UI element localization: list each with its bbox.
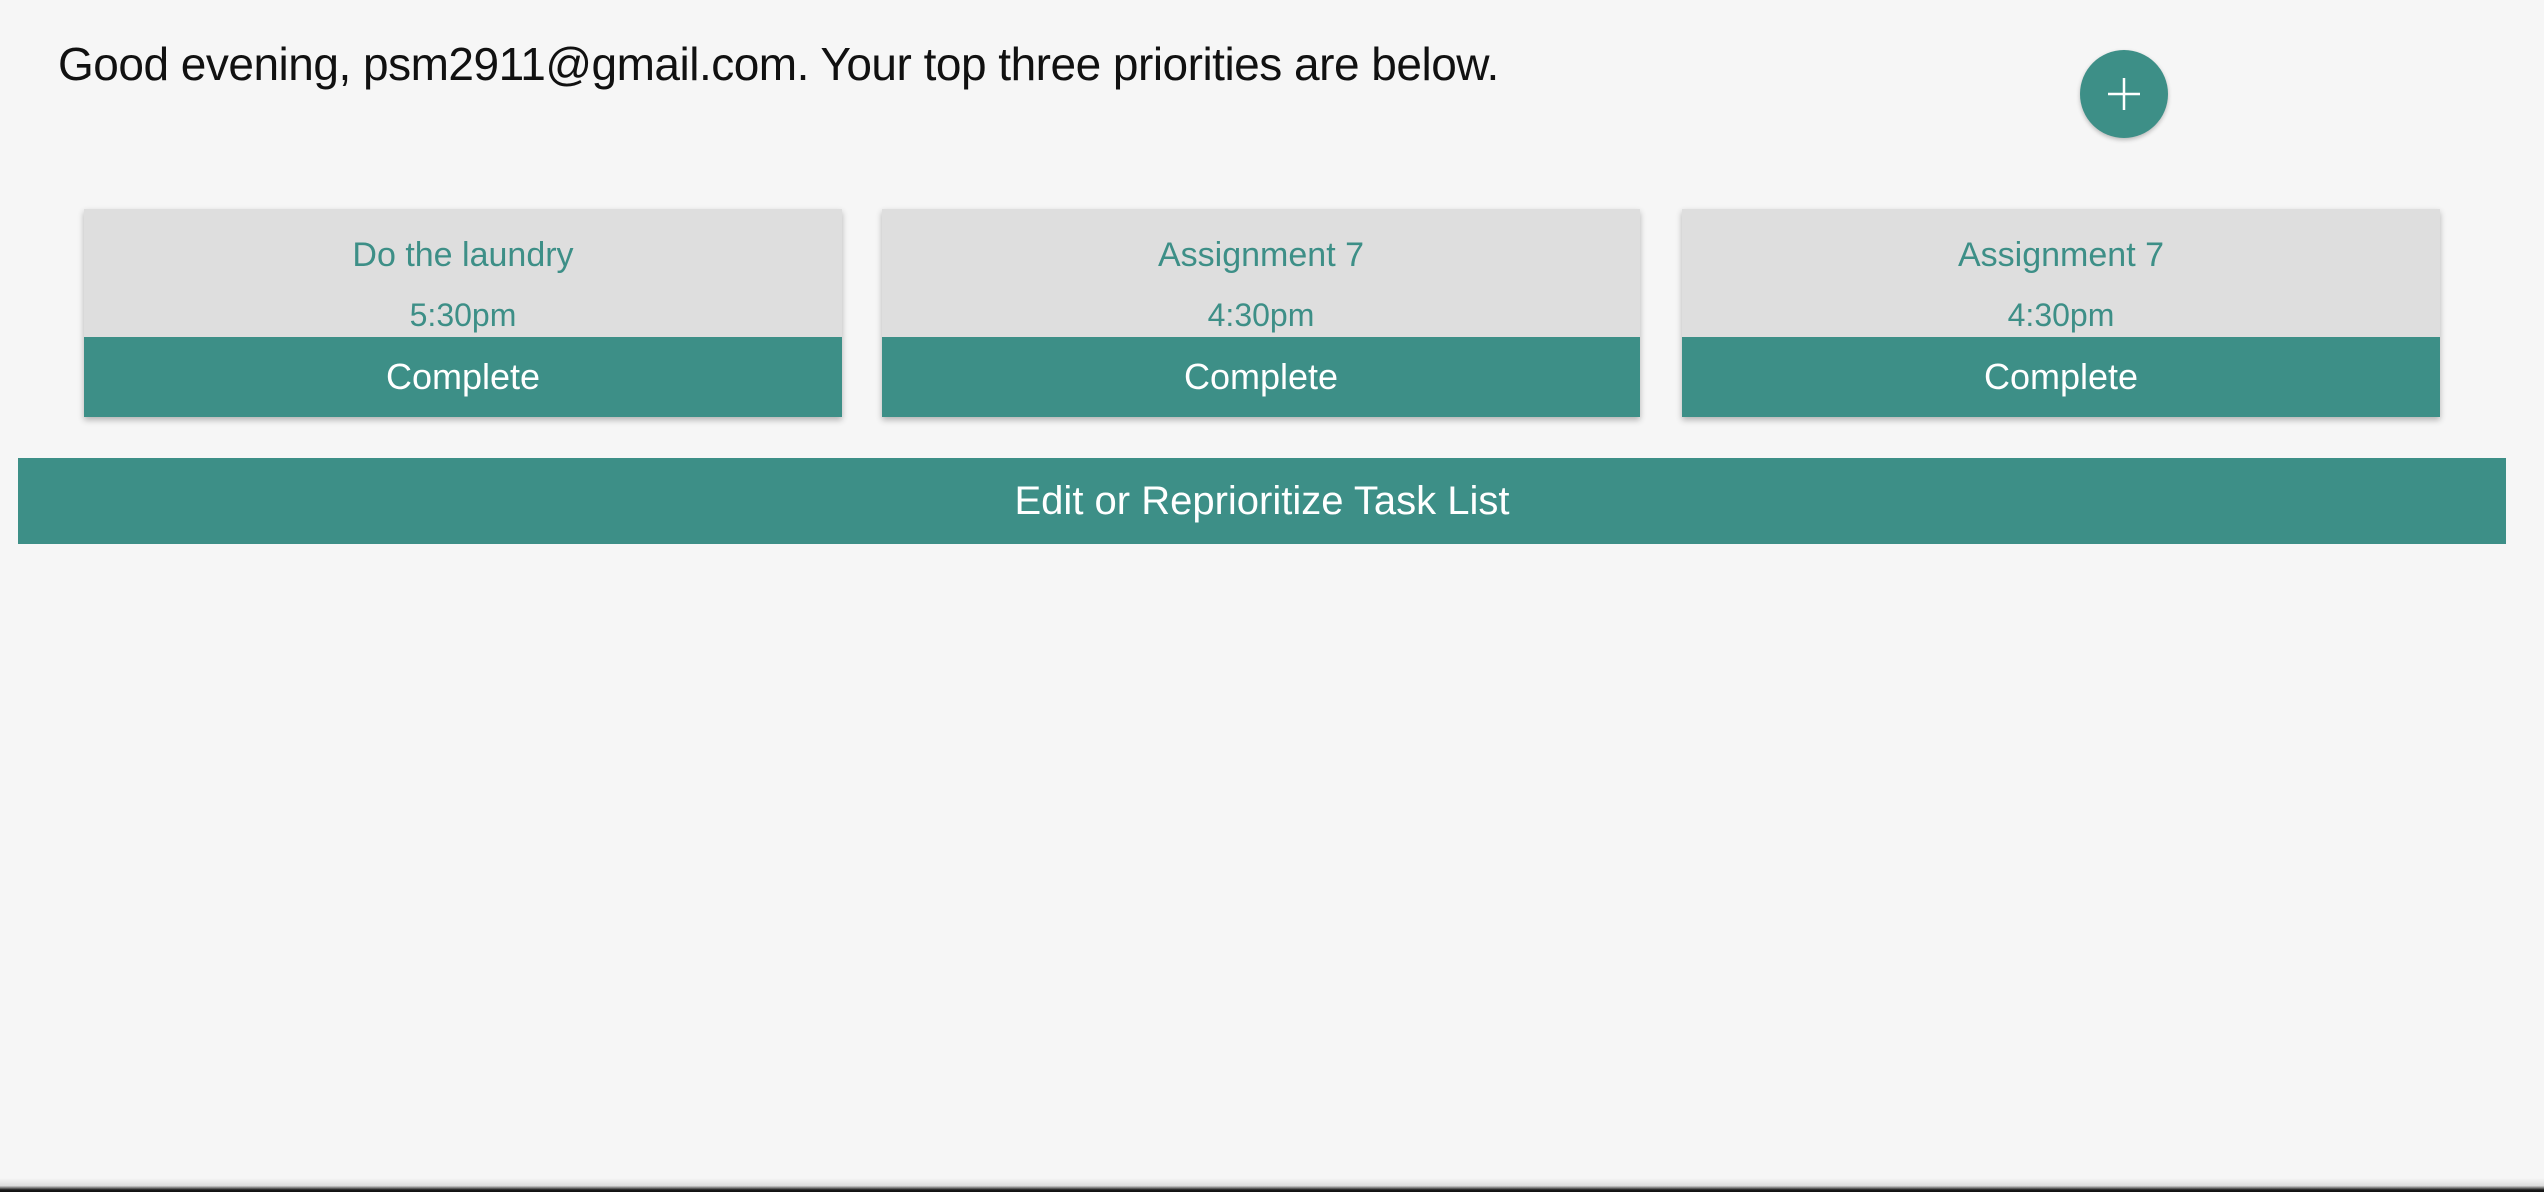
edit-reprioritize-button[interactable]: Edit or Reprioritize Task List: [18, 458, 2506, 544]
task-time: 4:30pm: [2007, 297, 2115, 333]
priority-card: Assignment 7 4:30pm Complete: [882, 209, 1640, 417]
task-title: Assignment 7: [1958, 236, 2164, 274]
task-title: Do the laundry: [352, 236, 574, 274]
plus-icon: [2108, 78, 2140, 110]
add-task-button[interactable]: [2080, 50, 2168, 138]
task-time: 4:30pm: [1207, 297, 1315, 333]
window-bottom-edge: [0, 1178, 2544, 1192]
complete-button[interactable]: Complete: [1682, 337, 2440, 417]
complete-button[interactable]: Complete: [882, 337, 1640, 417]
greeting-text: Good evening, psm2911@gmail.com. Your to…: [58, 38, 1499, 90]
priority-card: Do the laundry 5:30pm Complete: [84, 209, 842, 417]
priority-card: Assignment 7 4:30pm Complete: [1682, 209, 2440, 417]
complete-button[interactable]: Complete: [84, 337, 842, 417]
task-time: 5:30pm: [409, 297, 517, 333]
task-title: Assignment 7: [1158, 236, 1364, 274]
